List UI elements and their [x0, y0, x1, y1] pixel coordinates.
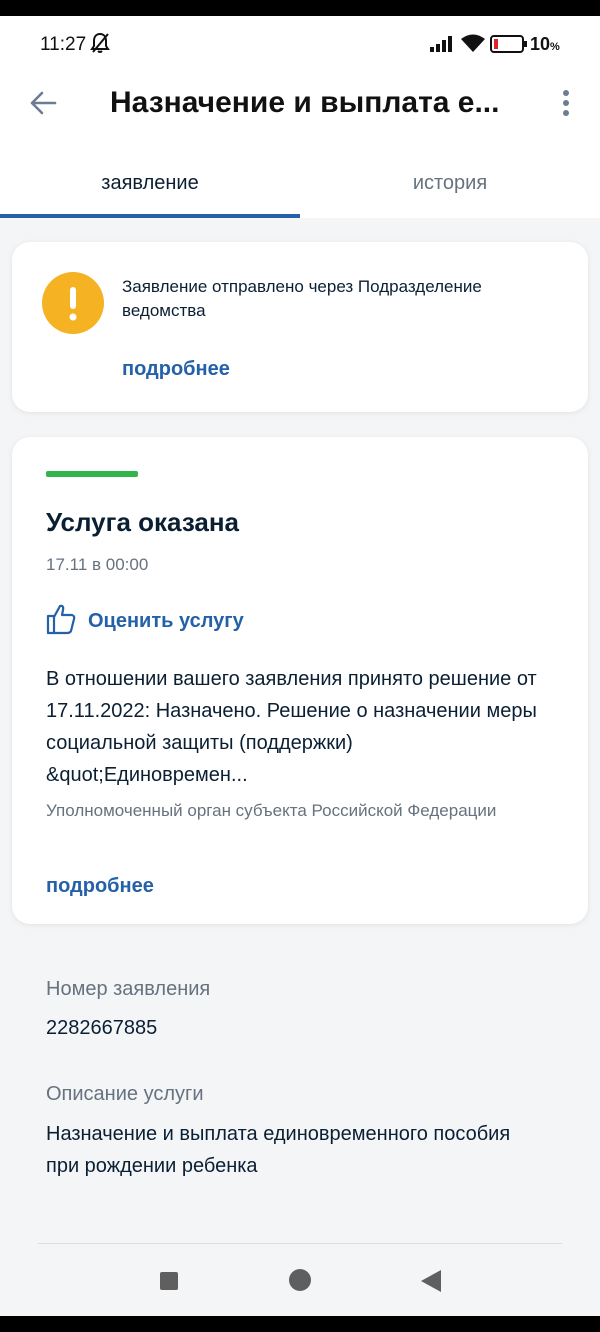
thumbs-up-icon [46, 603, 76, 640]
rate-service-button[interactable]: Оценить услугу [46, 604, 244, 638]
nav-recents-icon[interactable] [160, 1272, 178, 1290]
signal-icon [430, 36, 454, 57]
exclamation-icon [42, 272, 104, 334]
status-time: 11:27 [40, 34, 87, 55]
app-header: Назначение и выплата е... [0, 72, 600, 152]
wifi-icon [460, 33, 486, 58]
decision-text: В отношении вашего заявления принято реш… [46, 668, 537, 786]
more-vert-icon[interactable] [556, 88, 576, 120]
battery-icon [490, 35, 528, 58]
screen-bottom-edge [0, 1316, 600, 1332]
status-bar: 11:27 10% [0, 16, 600, 72]
nav-home-icon[interactable] [289, 1269, 311, 1291]
application-number-label: Номер заявления [46, 978, 211, 1000]
status-date: 17.11 в 00:00 [46, 555, 149, 574]
application-number-value: 2282667885 [46, 1017, 158, 1039]
battery-level: 10% [530, 34, 560, 54]
service-description-value: Назначение и выплата единовременного пос… [46, 1123, 511, 1177]
status-title: Услуга оказана [46, 507, 240, 537]
page-title: Назначение и выплата е... [110, 86, 500, 119]
tab-application[interactable]: заявление [0, 172, 300, 195]
organization-text: Уполномоченный орган субъекта Российской… [46, 801, 497, 820]
notice-text: Заявление отправлено через Подразделение… [122, 277, 482, 320]
notice-more-link[interactable]: подробнее [122, 358, 230, 381]
nav-back-icon[interactable] [420, 1269, 442, 1298]
notice-card: Заявление отправлено через Подразделение… [12, 242, 588, 412]
status-more-link[interactable]: подробнее [46, 875, 154, 898]
back-arrow-icon[interactable] [28, 88, 58, 118]
tab-history[interactable]: история [300, 172, 600, 195]
bell-off-icon [90, 32, 110, 59]
active-tab-indicator [0, 214, 300, 218]
tab-bar: заявление история [0, 152, 600, 218]
status-card: Услуга оказана 17.11 в 00:00 Оценить усл… [12, 437, 588, 924]
system-nav-bar [0, 1244, 600, 1316]
service-description-label: Описание услуги [46, 1083, 204, 1105]
screen-top-edge [0, 0, 600, 16]
status-indicator [46, 471, 138, 477]
rate-service-label: Оценить услугу [88, 609, 244, 632]
